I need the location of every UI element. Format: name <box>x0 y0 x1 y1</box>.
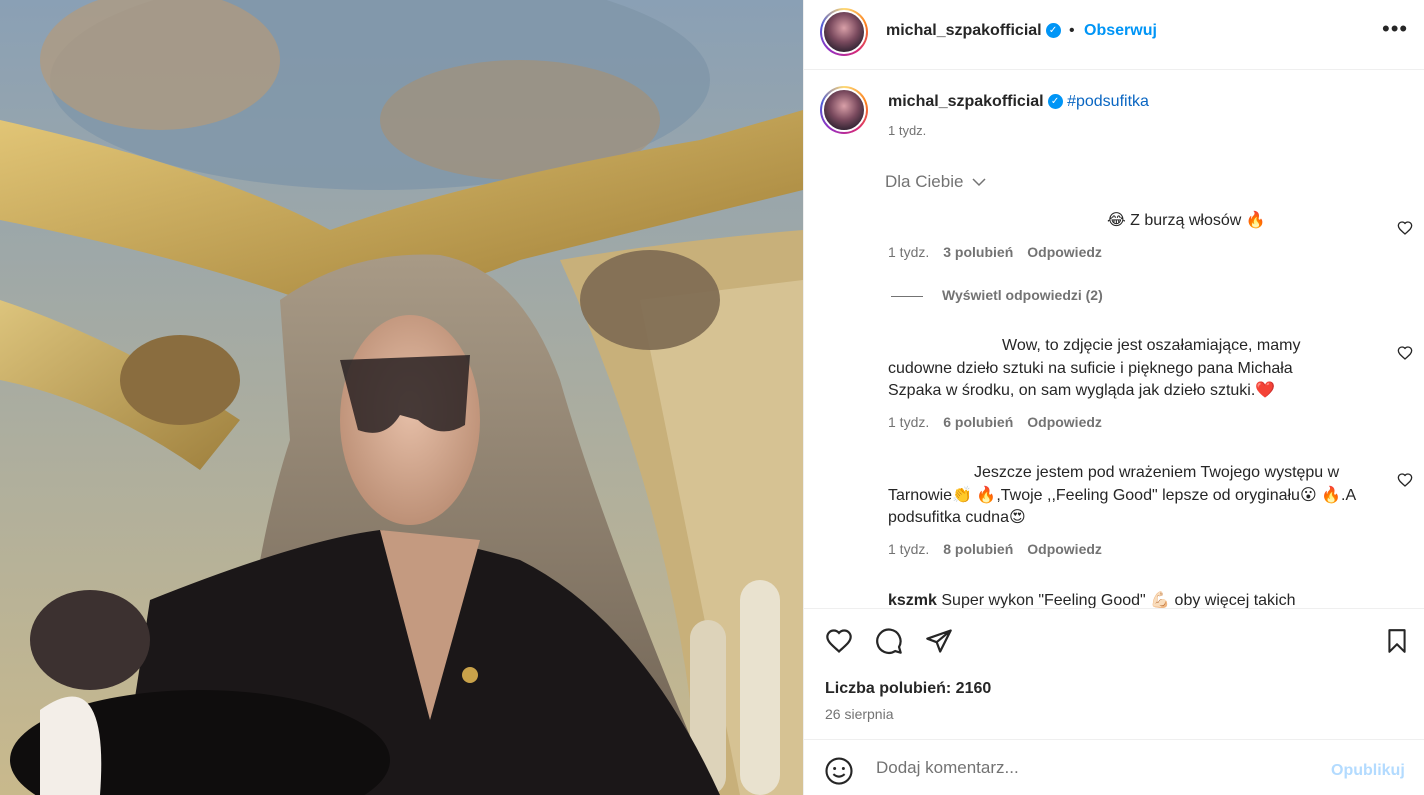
comment-3-reply-button[interactable]: Odpowiedz <box>1027 541 1102 557</box>
comment-3-like-icon[interactable] <box>1397 472 1413 488</box>
comment-2-like-icon[interactable] <box>1397 345 1413 361</box>
like-heart-icon[interactable] <box>824 627 854 655</box>
post-date[interactable]: 26 sierpnia <box>825 706 894 722</box>
comment-3-likes[interactable]: 8 polubień <box>943 541 1013 557</box>
comment-2-text: Wow, to zdjęcie jest oszałamiające, mamy… <box>888 337 1301 399</box>
comment-3-time[interactable]: 1 tydz. <box>888 541 929 557</box>
comment-input[interactable] <box>876 754 1316 782</box>
comment-3-text: Jeszcze jestem pod wrażeniem Twojego wys… <box>888 464 1356 526</box>
comment-1-meta: 1 tydz. 3 polubień Odpowiedz <box>888 244 1102 260</box>
comment-sort-dropdown[interactable]: Dla Ciebie <box>885 172 986 192</box>
post-photo <box>0 0 803 795</box>
separator-dot: • <box>1069 22 1075 39</box>
caption-time[interactable]: 1 tydz. <box>888 123 926 138</box>
caption-author-avatar[interactable] <box>820 86 868 134</box>
comment-2-meta: 1 tydz. 6 polubień Odpowiedz <box>888 414 1102 430</box>
emoji-picker-icon[interactable] <box>824 756 854 786</box>
comment-4: kszmk Super wykon "Feeling Good" 💪🏻 oby … <box>888 590 1296 608</box>
caption-author[interactable]: michal_szpakofficial ✓ #podsufitka <box>888 93 1149 111</box>
comment-1-time[interactable]: 1 tydz. <box>888 244 929 260</box>
follow-button[interactable]: Obserwuj <box>1084 22 1157 40</box>
comment-2-likes[interactable]: 6 polubień <box>943 414 1013 430</box>
publish-button[interactable]: Opublikuj <box>1331 762 1405 780</box>
caption-username-text[interactable]: michal_szpakofficial <box>888 93 1044 110</box>
share-paper-plane-icon[interactable] <box>924 627 954 655</box>
verified-badge-icon: ✓ <box>1045 23 1061 39</box>
verified-badge-icon: ✓ <box>1047 94 1063 110</box>
caption-hashtag[interactable]: #podsufitka <box>1067 93 1149 110</box>
comment-composer: Opublikuj <box>804 739 1424 795</box>
bookmark-icon[interactable] <box>1384 627 1410 655</box>
chevron-down-icon <box>972 178 986 187</box>
comment-1-like-icon[interactable] <box>1397 220 1413 236</box>
comment-bubble-icon[interactable] <box>874 627 904 655</box>
author-username[interactable]: michal_szpakofficial ✓ <box>886 22 1061 40</box>
comment-1-reply-button[interactable]: Odpowiedz <box>1027 244 1102 260</box>
author-avatar[interactable] <box>820 8 868 56</box>
comment-1-text: 😂 Z burzą włosów 🔥 <box>1107 212 1266 229</box>
comment-sort-label: Dla Ciebie <box>885 172 964 191</box>
comment-2-time[interactable]: 1 tydz. <box>888 414 929 430</box>
view-replies-button[interactable]: Wyświetl odpowiedzi (2) <box>942 287 1103 303</box>
post-actions: Liczba polubień: 2160 26 sierpnia <box>804 608 1424 739</box>
post-header: michal_szpakofficial ✓ • Obserwuj ••• <box>804 0 1424 70</box>
comment-4-author[interactable]: kszmk <box>888 592 937 608</box>
author-username-text[interactable]: michal_szpakofficial <box>886 22 1042 39</box>
likes-count[interactable]: Liczba polubień: 2160 <box>825 680 991 698</box>
comment-4-text: Super wykon "Feeling Good" 💪🏻 oby więcej… <box>941 592 1296 608</box>
more-options-icon[interactable]: ••• <box>1382 16 1408 42</box>
comment-3-meta: 1 tydz. 8 polubień Odpowiedz <box>888 541 1102 557</box>
post-side-panel: michal_szpakofficial ✓ • Obserwuj ••• mic… <box>803 0 1424 795</box>
comment-1-likes[interactable]: 3 polubień <box>943 244 1013 260</box>
post-photo-illustration <box>0 0 803 795</box>
comment-2-reply-button[interactable]: Odpowiedz <box>1027 414 1102 430</box>
replies-divider <box>891 296 923 297</box>
comment-4-clip: kszmk Super wykon "Feeling Good" 💪🏻 oby … <box>888 590 1388 608</box>
